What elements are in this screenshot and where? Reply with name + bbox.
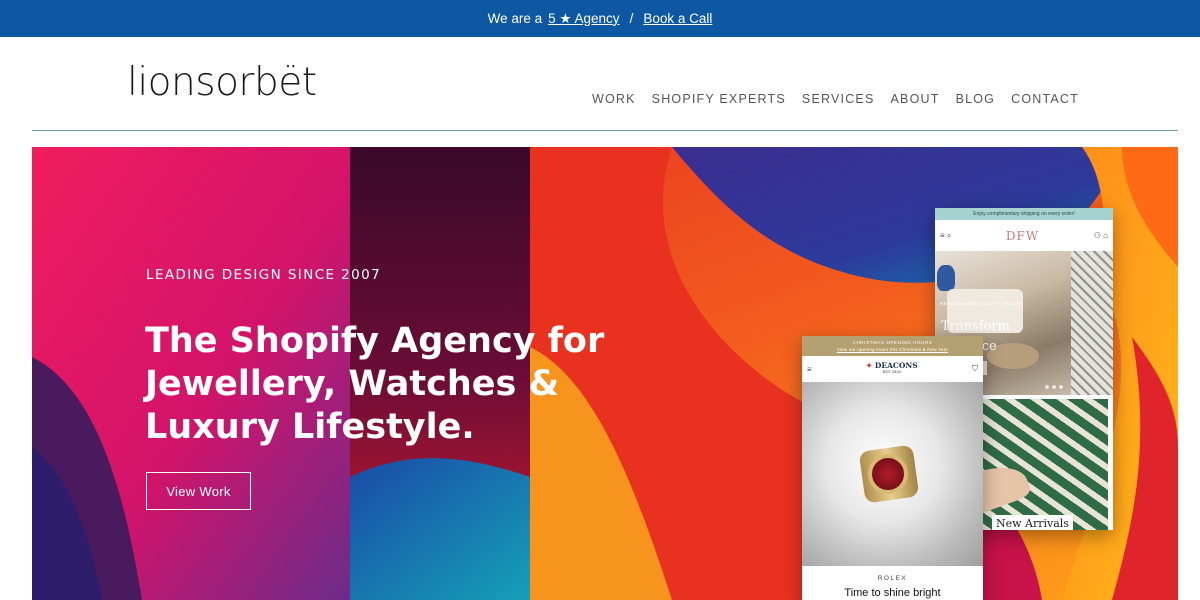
nav-item-about[interactable]: ABOUT [891,92,940,106]
agency-rating-link[interactable]: 5 ★ Agency [548,11,619,27]
nav-item-shopify-experts[interactable]: SHOPIFY EXPERTS [652,92,786,106]
menu-icon: ≡ [807,364,812,374]
nav-item-services[interactable]: SERVICES [802,92,875,106]
dfw-small-text: RE-DESIGNED QUALITY DECOR [940,301,1022,306]
deacons-tagline: Time to shine bright [844,587,941,599]
dfw-new-arrivals-label: New Arrivals [992,515,1073,530]
slider-dots [1045,385,1063,389]
announcement-separator: / [629,11,634,26]
lamp-shape [937,265,955,291]
deacons-brand-label: ROLEX [877,575,908,582]
dfw-promo-bar: Enjoy complimentary shipping on every or… [935,208,1113,220]
deacons-promo-sub: View our opening hours this Christmas & … [836,347,949,352]
hero-headline: The Shopify Agency for Jewellery, Watche… [145,320,615,449]
hero-eyebrow: LEADING DESIGN SINCE 2007 [146,267,382,283]
dfw-logo: DFW [1005,228,1040,243]
dfw-title-line-1: Transform [941,319,1010,334]
nav-item-blog[interactable]: BLOG [956,92,996,106]
book-call-link[interactable]: Book a Call [643,11,712,26]
bag-icon: ⛉ [971,364,978,373]
hero-headline-line-3: Luxury Lifestyle. [145,407,475,447]
account-cart-icons: ⚇ ⌂ [1093,231,1108,240]
deacons-logo-est: EST. 1826 [882,370,901,374]
deacons-promo-title: CHRISTMAS OPENING HOURS [852,340,933,345]
nav-item-work[interactable]: WORK [592,92,636,106]
deacons-promo-bar: CHRISTMAS OPENING HOURS View our opening… [802,336,983,356]
announcement-bar: We are a 5 ★ Agency / Book a Call [0,0,1200,37]
hero-headline-line-2: Jewellery, Watches & [145,364,560,404]
nav-item-contact[interactable]: CONTACT [1011,92,1079,106]
watch-face-shape [868,454,908,494]
announcement-prefix: We are a [487,11,543,26]
pattern-panel [1071,251,1113,395]
deacons-header: ≡ ✦ DEACONS EST. 1826 ⛉ [802,356,983,382]
menu-search-icons: ≡ ⌕ [940,230,952,240]
deacons-logo: ✦ DEACONS EST. 1826 [865,361,918,374]
view-work-button[interactable]: View Work [146,472,251,510]
main-nav: WORK SHOPIFY EXPERTS SERVICES ABOUT BLOG… [592,92,1079,106]
dfw-header: ≡ ⌕ DFW ⚇ ⌂ [935,220,1113,251]
deacons-watch-image [802,382,983,566]
header-divider [32,130,1178,131]
hero-headline-line-1: The Shopify Agency for [145,321,605,361]
hero-banner: LEADING DESIGN SINCE 2007 The Shopify Ag… [32,147,1178,600]
site-logo[interactable]: lionsorbët [127,60,317,105]
phone-mockup-deacons: CHRISTMAS OPENING HOURS View our opening… [802,336,983,600]
